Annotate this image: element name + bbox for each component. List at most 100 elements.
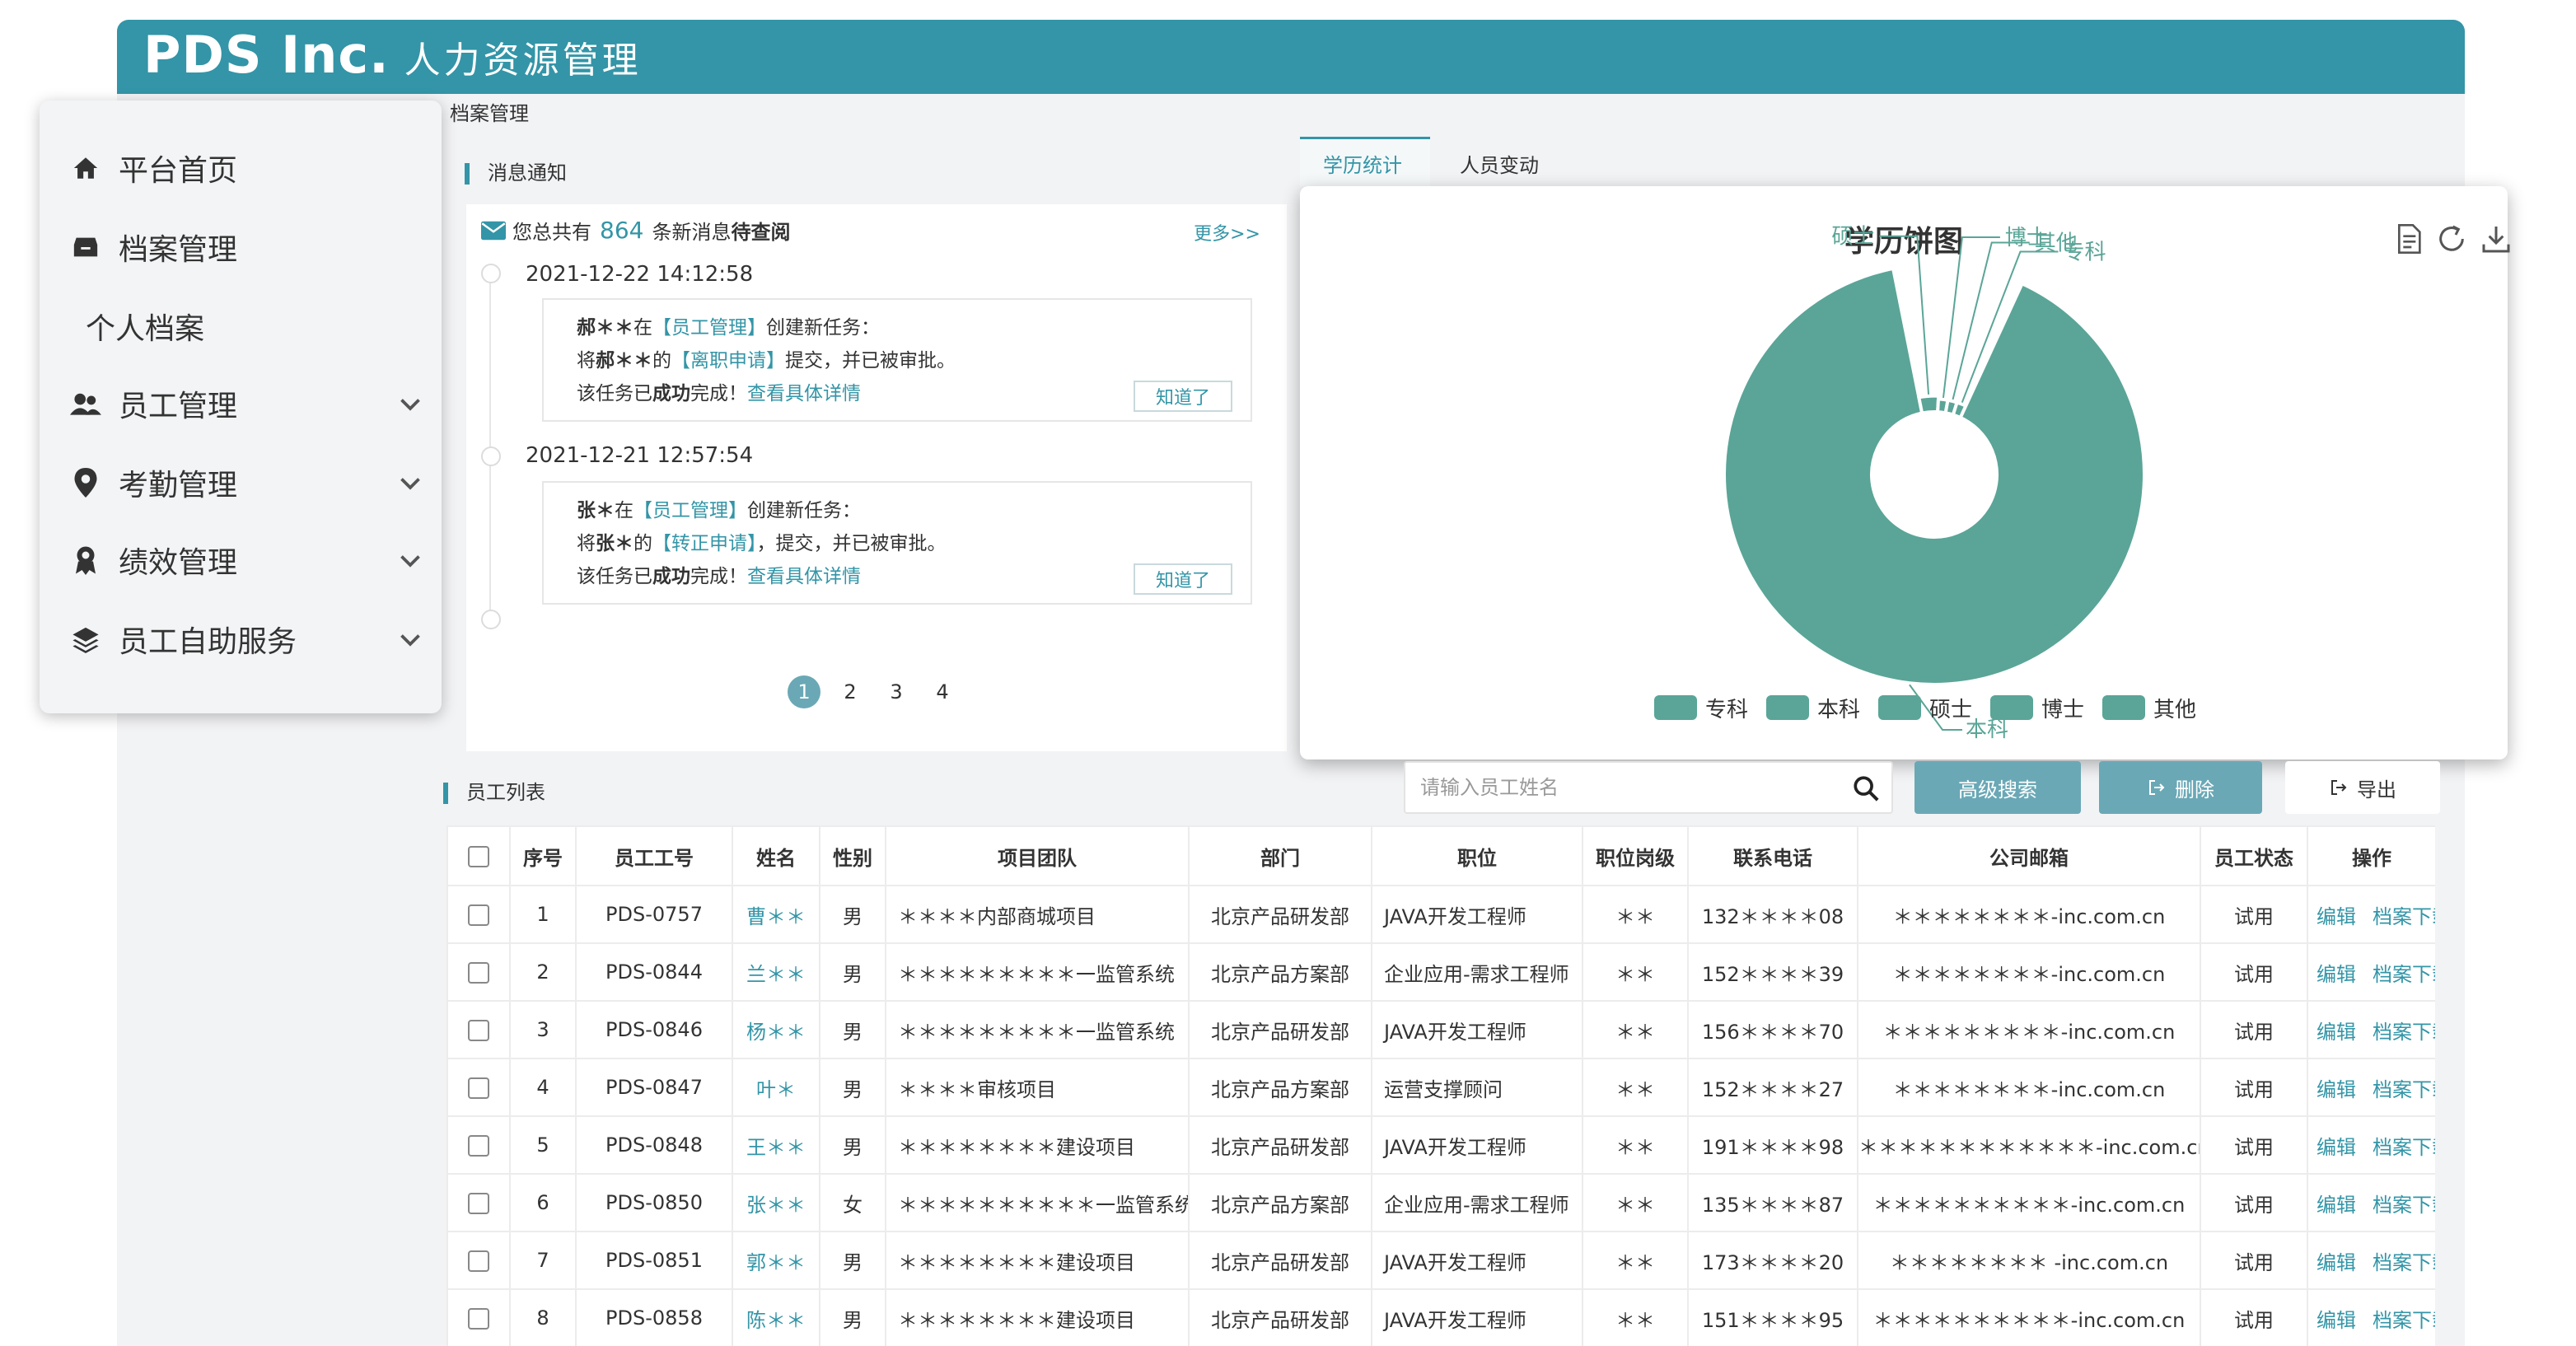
page-button[interactable]: 2 (834, 675, 867, 708)
sidebar-item-home[interactable]: 平台首页 (40, 135, 442, 201)
cell-employee-name[interactable]: 陈＊＊ (732, 1288, 820, 1346)
table-row[interactable]: 2 PDS-0844 兰＊＊男＊＊＊＊＊＊＊＊＊一监管系统 北京产品方案部 企业应用-需… (446, 942, 2435, 1002)
page-button[interactable]: 3 (880, 675, 913, 708)
cell-employee-name[interactable]: 王＊＊ (732, 1115, 820, 1175)
edit-link[interactable]: 编辑 (2317, 1136, 2356, 1159)
cell-employee-name[interactable]: 叶＊ (732, 1058, 820, 1117)
cell-employee-name[interactable]: 张＊＊ (732, 1173, 820, 1232)
column-header[interactable]: 姓名 (732, 825, 820, 886)
legend-swatch[interactable] (1878, 695, 1921, 720)
row-checkbox[interactable] (468, 1077, 489, 1099)
column-header[interactable]: 序号 (509, 825, 577, 886)
advanced-search-button[interactable]: 高级搜索 (1914, 761, 2081, 814)
download-archive-link[interactable]: 档案下载 (2373, 1251, 2434, 1274)
table-row[interactable]: 5 PDS-0848 王＊＊男＊＊＊＊＊＊＊＊建设项目 北京产品研发部 JAVA开发工程… (446, 1115, 2435, 1175)
tab-staff-changes[interactable]: 人员变动 (1460, 137, 1583, 186)
column-header[interactable]: 公司邮箱 (1857, 825, 2201, 886)
cell-employee-name[interactable]: 兰＊＊ (732, 942, 820, 1002)
download-archive-link[interactable]: 档案下载 (2373, 1309, 2434, 1332)
column-header[interactable]: 员工工号 (575, 825, 733, 886)
column-header[interactable]: 性别 (819, 825, 886, 886)
table-row[interactable]: 4 PDS-0847 叶＊男＊＊＊＊审核项目 北京产品方案部 运营支撑顾问 ＊＊ 152＊＊… (446, 1058, 2435, 1117)
row-checkbox[interactable] (468, 1250, 489, 1272)
delete-button[interactable]: 删除 (2099, 761, 2262, 814)
legend-label[interactable]: 其他 (2153, 698, 2196, 722)
page-button[interactable]: 1 (788, 675, 820, 708)
download-archive-link[interactable]: 档案下载 (2373, 1021, 2434, 1044)
select-all-checkbox[interactable] (468, 846, 489, 867)
sidebar-item-attendance[interactable]: 考勤管理 (40, 450, 442, 516)
employee-table-body: 1 PDS-0757 曹＊＊男＊＊＊＊内部商城项目 北京产品研发部 JAVA开发工程师＊… (446, 885, 2435, 1346)
view-details-link[interactable]: 查看具体详情 (747, 566, 861, 587)
legend-label[interactable]: 专科 (1705, 698, 1748, 722)
row-checkbox[interactable] (468, 1308, 489, 1330)
row-checkbox[interactable] (468, 962, 489, 984)
download-archive-link[interactable]: 档案下载 (2373, 1136, 2434, 1159)
tab-education-stats[interactable]: 学历统计 (1300, 137, 1430, 186)
edit-link[interactable]: 编辑 (2317, 1021, 2356, 1044)
legend-swatch[interactable] (1654, 695, 1697, 720)
legend-swatch[interactable] (1990, 695, 2033, 720)
download-archive-link[interactable]: 档案下载 (2373, 1194, 2434, 1217)
cell-email: ＊＊＊＊＊＊＊＊＊＊-inc.com.cn (1857, 1173, 2201, 1232)
cell-position: JAVA开发工程师 (1371, 885, 1583, 944)
legend-label[interactable]: 博士 (2041, 698, 2084, 722)
cell-level: ＊＊ (1582, 1288, 1689, 1346)
row-checkbox[interactable] (468, 1020, 489, 1041)
sidebar-item-label: 个人档案 (86, 312, 205, 346)
chevron-down-icon[interactable] (395, 624, 425, 654)
pie-slice[interactable] (1723, 266, 2146, 686)
chevron-down-icon[interactable] (395, 468, 425, 498)
archive-icon (69, 231, 102, 264)
edit-link[interactable]: 编辑 (2317, 1078, 2356, 1101)
edit-link[interactable]: 编辑 (2317, 1194, 2356, 1217)
cell-status: 试用 (2200, 1000, 2308, 1059)
view-details-link[interactable]: 查看具体详情 (747, 383, 861, 404)
column-header[interactable]: 职位 (1371, 825, 1583, 886)
acknowledge-button[interactable]: 知道了 (1134, 563, 1232, 595)
search-icon[interactable] (1852, 774, 1880, 802)
download-archive-link[interactable]: 档案下载 (2373, 905, 2434, 928)
more-messages-link[interactable]: 更多>> (1194, 219, 1260, 245)
sidebar-item-self-service[interactable]: 员工自助服务 (40, 606, 442, 672)
row-checkbox[interactable] (468, 1193, 489, 1214)
column-header[interactable]: 员工状态 (2200, 825, 2308, 886)
row-checkbox[interactable] (468, 904, 489, 926)
legend-swatch[interactable] (2102, 695, 2145, 720)
pie-slice[interactable] (1936, 397, 1950, 415)
edit-link[interactable]: 编辑 (2317, 1251, 2356, 1274)
export-button[interactable]: 导出 (2285, 761, 2440, 814)
table-row[interactable]: 7 PDS-0851 郭＊＊男＊＊＊＊＊＊＊＊建设项目 北京产品研发部 JAVA开发工程… (446, 1231, 2435, 1290)
chevron-down-icon[interactable] (395, 389, 425, 418)
pie-slice[interactable] (1916, 394, 1941, 415)
sidebar-item-archive[interactable]: 档案管理 (40, 214, 442, 280)
brand-logo[interactable]: PDS Inc. 人力资源管理 (143, 25, 642, 85)
edit-link[interactable]: 编辑 (2317, 963, 2356, 986)
column-header[interactable]: 部门 (1188, 825, 1372, 886)
row-checkbox[interactable] (468, 1135, 489, 1157)
column-header[interactable]: 联系电话 (1687, 825, 1858, 886)
employee-search-input[interactable] (1420, 771, 1832, 804)
download-archive-link[interactable]: 档案下载 (2373, 963, 2434, 986)
cell-employee-name[interactable]: 杨＊＊ (732, 1000, 820, 1059)
sidebar-item-performance[interactable]: 绩效管理 (40, 527, 442, 593)
column-header[interactable]: 职位岗级 (1582, 825, 1689, 886)
table-row[interactable]: 3 PDS-0846 杨＊＊男＊＊＊＊＊＊＊＊＊一监管系统 北京产品研发部 JAVA开发… (446, 1000, 2435, 1059)
sidebar-item-personal-archive[interactable]: 个人档案 (40, 293, 442, 359)
table-row[interactable]: 1 PDS-0757 曹＊＊男＊＊＊＊内部商城项目 北京产品研发部 JAVA开发工程师＊… (446, 885, 2435, 944)
legend-swatch[interactable] (1766, 695, 1809, 720)
chevron-down-icon[interactable] (395, 545, 425, 575)
table-row[interactable]: 6 PDS-0850 张＊＊女＊＊＊＊＊＊＊＊＊＊一监管系统 北京产品方案部 企业应用-… (446, 1173, 2435, 1232)
legend-label[interactable]: 本科 (1817, 698, 1860, 722)
page-button[interactable]: 4 (926, 675, 959, 708)
edit-link[interactable]: 编辑 (2317, 1309, 2356, 1332)
sidebar-item-employee-management[interactable]: 员工管理 (40, 371, 442, 437)
acknowledge-button[interactable]: 知道了 (1134, 381, 1232, 412)
edit-link[interactable]: 编辑 (2317, 905, 2356, 928)
legend-label[interactable]: 硕士 (1929, 698, 1972, 722)
download-archive-link[interactable]: 档案下载 (2373, 1078, 2434, 1101)
table-row[interactable]: 8 PDS-0858 陈＊＊男＊＊＊＊＊＊＊＊建设项目 北京产品研发部 JAVA开发工程… (446, 1288, 2435, 1346)
cell-employee-name[interactable]: 曹＊＊ (732, 885, 820, 944)
column-header[interactable]: 项目团队 (885, 825, 1190, 886)
cell-employee-name[interactable]: 郭＊＊ (732, 1231, 820, 1290)
